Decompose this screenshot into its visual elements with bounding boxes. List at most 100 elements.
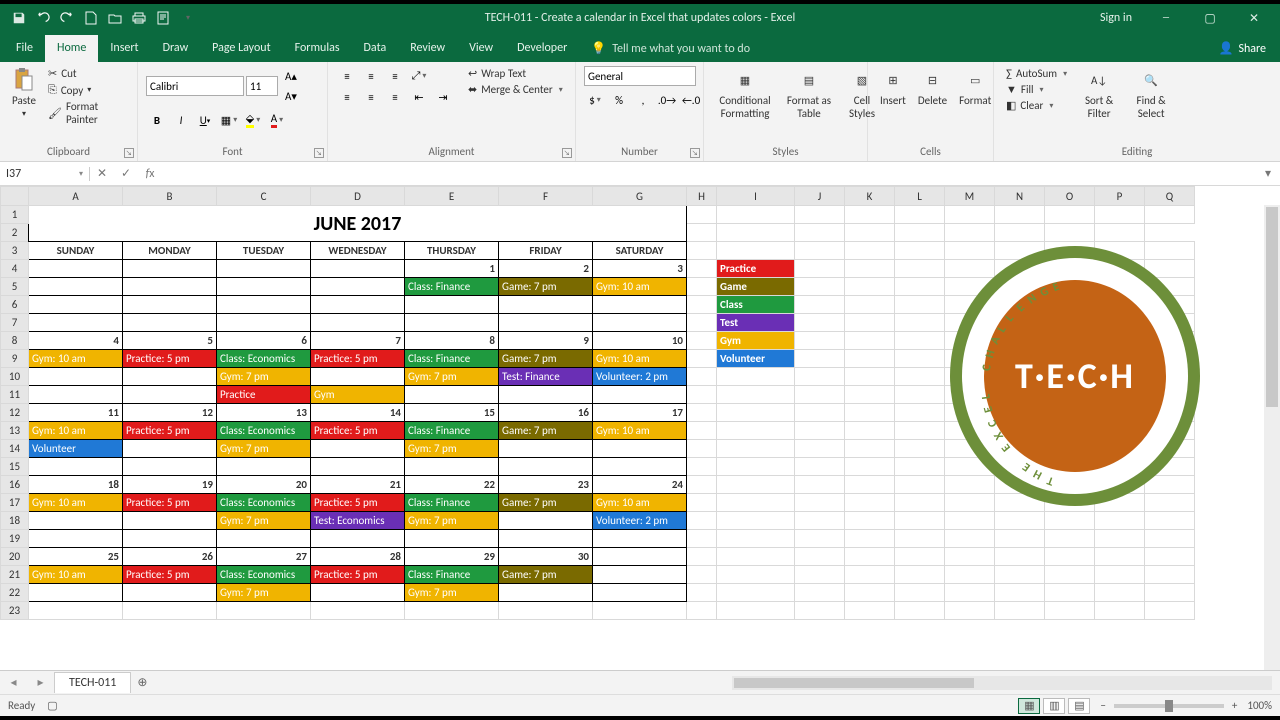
col-header-B[interactable]: B bbox=[123, 187, 217, 206]
font-name-input[interactable] bbox=[146, 76, 244, 96]
cell[interactable] bbox=[405, 296, 499, 314]
cell[interactable] bbox=[593, 548, 687, 566]
cell[interactable]: Practice: 5 pm bbox=[123, 350, 217, 368]
cell[interactable] bbox=[845, 296, 895, 314]
cell[interactable]: JUNE 2017 bbox=[29, 206, 687, 242]
cell[interactable] bbox=[795, 206, 845, 224]
col-header-L[interactable]: L bbox=[895, 187, 945, 206]
cell[interactable] bbox=[945, 512, 995, 530]
quick-print-icon[interactable] bbox=[132, 11, 146, 25]
page-break-view-button[interactable]: ▤ bbox=[1068, 698, 1090, 714]
cell[interactable] bbox=[717, 512, 795, 530]
cell[interactable] bbox=[1045, 548, 1095, 566]
col-header-C[interactable]: C bbox=[217, 187, 311, 206]
cell[interactable]: Gym: 7 pm bbox=[405, 584, 499, 602]
cell[interactable] bbox=[717, 494, 795, 512]
cell[interactable] bbox=[795, 242, 845, 260]
cell[interactable] bbox=[895, 314, 945, 332]
cell[interactable] bbox=[593, 584, 687, 602]
tab-home[interactable]: Home bbox=[45, 35, 98, 62]
align-top-button[interactable]: ≡ bbox=[336, 66, 358, 86]
horizontal-scrollbar[interactable] bbox=[732, 676, 1272, 690]
autosum-button[interactable]: ∑AutoSum bbox=[1002, 66, 1071, 81]
cell[interactable] bbox=[499, 512, 593, 530]
cell[interactable] bbox=[29, 530, 123, 548]
cell[interactable] bbox=[945, 566, 995, 584]
cell[interactable] bbox=[995, 530, 1045, 548]
cell[interactable] bbox=[945, 530, 995, 548]
cell[interactable]: 30 bbox=[499, 548, 593, 566]
cell[interactable] bbox=[123, 260, 217, 278]
cell[interactable] bbox=[795, 494, 845, 512]
cell[interactable] bbox=[687, 548, 717, 566]
cell[interactable]: Game: 7 pm bbox=[499, 422, 593, 440]
cell[interactable] bbox=[717, 602, 795, 620]
clear-button[interactable]: ◧Clear bbox=[1002, 98, 1071, 113]
conditional-formatting-button[interactable]: ▦Conditional Formatting bbox=[712, 66, 778, 122]
cell[interactable] bbox=[717, 548, 795, 566]
cell[interactable] bbox=[593, 440, 687, 458]
cell[interactable] bbox=[845, 440, 895, 458]
cell[interactable] bbox=[1045, 602, 1095, 620]
format-cells-button[interactable]: ▭Format bbox=[955, 66, 995, 109]
cell[interactable] bbox=[217, 278, 311, 296]
cancel-formula-icon[interactable]: ✕ bbox=[90, 166, 114, 181]
bold-button[interactable]: B bbox=[146, 110, 168, 130]
cell[interactable]: 23 bbox=[499, 476, 593, 494]
cell[interactable] bbox=[795, 296, 845, 314]
font-color-button[interactable]: A bbox=[266, 110, 288, 130]
cell[interactable]: 28 bbox=[311, 548, 405, 566]
cell[interactable] bbox=[845, 332, 895, 350]
align-left-button[interactable]: ≡ bbox=[336, 87, 358, 107]
cell[interactable] bbox=[1045, 584, 1095, 602]
cell[interactable] bbox=[499, 440, 593, 458]
row-header-5[interactable]: 5 bbox=[1, 278, 29, 296]
cell[interactable]: 18 bbox=[29, 476, 123, 494]
cell[interactable]: Gym: 7 pm bbox=[405, 368, 499, 386]
find-select-button[interactable]: 🔍Find & Select bbox=[1127, 66, 1175, 122]
cell[interactable]: Test bbox=[717, 314, 795, 332]
cell[interactable] bbox=[1145, 530, 1195, 548]
cell[interactable] bbox=[895, 296, 945, 314]
cell[interactable]: 29 bbox=[405, 548, 499, 566]
cell[interactable] bbox=[795, 566, 845, 584]
cell[interactable] bbox=[1045, 566, 1095, 584]
cell[interactable] bbox=[311, 584, 405, 602]
cell[interactable] bbox=[895, 368, 945, 386]
cell[interactable]: Game: 7 pm bbox=[499, 494, 593, 512]
cell[interactable] bbox=[895, 440, 945, 458]
cell[interactable] bbox=[593, 296, 687, 314]
vertical-scrollbar[interactable] bbox=[1264, 205, 1280, 670]
font-size-input[interactable] bbox=[246, 76, 278, 96]
cell[interactable] bbox=[311, 458, 405, 476]
cell[interactable] bbox=[405, 458, 499, 476]
save-icon[interactable] bbox=[12, 11, 26, 25]
border-button[interactable]: ▦ bbox=[218, 110, 240, 130]
cell[interactable] bbox=[499, 530, 593, 548]
cell[interactable]: Class: Economics bbox=[217, 566, 311, 584]
cell[interactable] bbox=[795, 530, 845, 548]
tab-nav-next[interactable]: ▸ bbox=[37, 675, 43, 690]
cell[interactable] bbox=[593, 602, 687, 620]
cell[interactable]: Gym bbox=[717, 332, 795, 350]
expand-formula-icon[interactable]: ▾ bbox=[1256, 166, 1280, 181]
cell[interactable] bbox=[717, 584, 795, 602]
cell[interactable] bbox=[1145, 584, 1195, 602]
cell[interactable]: FRIDAY bbox=[499, 242, 593, 260]
cell[interactable]: Gym: 10 am bbox=[29, 422, 123, 440]
cell[interactable]: Class: Economics bbox=[217, 494, 311, 512]
cell[interactable] bbox=[1095, 512, 1145, 530]
format-as-table-button[interactable]: ▤Format as Table bbox=[782, 66, 836, 122]
row-header-18[interactable]: 18 bbox=[1, 512, 29, 530]
cell[interactable] bbox=[795, 260, 845, 278]
col-header-E[interactable]: E bbox=[405, 187, 499, 206]
row-header-11[interactable]: 11 bbox=[1, 386, 29, 404]
cell[interactable] bbox=[311, 260, 405, 278]
col-header-M[interactable]: M bbox=[945, 187, 995, 206]
cell[interactable]: 15 bbox=[405, 404, 499, 422]
cell[interactable]: WEDNESDAY bbox=[311, 242, 405, 260]
cell[interactable]: Class: Finance bbox=[405, 422, 499, 440]
cell[interactable] bbox=[687, 404, 717, 422]
cell[interactable]: 16 bbox=[499, 404, 593, 422]
cell[interactable]: Game: 7 pm bbox=[499, 350, 593, 368]
